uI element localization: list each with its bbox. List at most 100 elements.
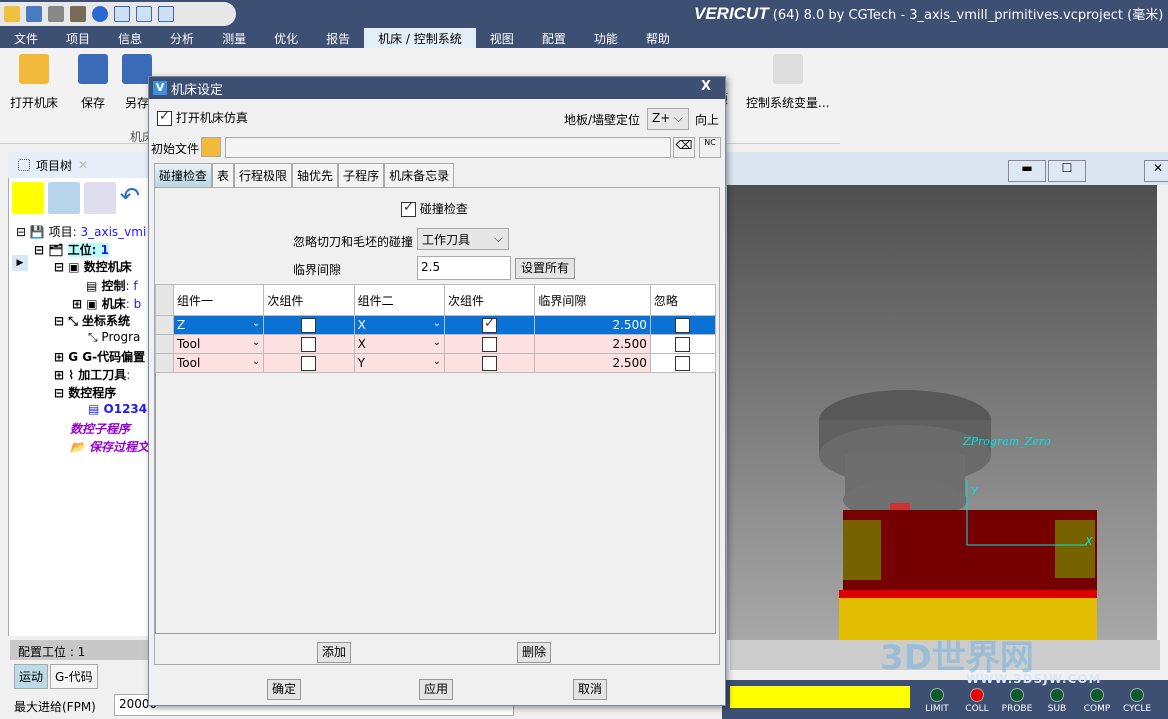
table-row[interactable]: Tool ⌄ Y ⌄ 2.500 [155, 353, 717, 373]
dialog-title-bar[interactable]: V 机床设定 X [149, 77, 725, 99]
menu-machine-control[interactable]: 机床 / 控制系统 [364, 28, 476, 48]
layout-split-vertical-icon[interactable] [136, 6, 152, 22]
sub2-checkbox[interactable] [443, 334, 536, 354]
menu-file[interactable]: 文件 [0, 28, 52, 48]
menu-report[interactable]: 报告 [312, 28, 364, 48]
col-header[interactable]: 组件二 [353, 284, 445, 316]
tree-item-save-process[interactable]: 📂 保存过程文 [70, 438, 149, 455]
comp1-select[interactable]: Z ⌄ [172, 315, 265, 335]
set-all-button[interactable]: 设置所有 [515, 258, 575, 279]
open-machine-button[interactable]: 打开机床 [10, 54, 58, 111]
control-variables-button[interactable]: 控制系统变量... [746, 54, 829, 111]
menu-view[interactable]: 视图 [476, 28, 528, 48]
row-selector[interactable] [155, 315, 174, 335]
apply-button[interactable]: 应用 [419, 679, 453, 700]
table-row[interactable]: Tool ⌄ X ⌄ 2.500 [155, 334, 717, 354]
comp2-select[interactable]: X ⌄ [353, 334, 445, 354]
browse-folder-icon[interactable] [201, 137, 221, 157]
ignore-select[interactable]: 工作刀具 ⌵ [417, 228, 509, 250]
tree-item-machine[interactable]: ⊞ ▣ 机床: b [72, 295, 141, 312]
project-tree-tab[interactable]: 项目树 ✕ [8, 152, 150, 178]
user-icon[interactable] [70, 6, 86, 22]
sub1-checkbox[interactable] [263, 353, 355, 373]
clearance-cell[interactable]: 2.500 [534, 353, 651, 373]
col-header[interactable]: 忽略 [649, 284, 717, 316]
mouse-icon[interactable] [12, 182, 44, 214]
open-project-icon[interactable] [4, 6, 20, 22]
comp2-select[interactable]: Y ⌄ [353, 353, 445, 373]
menu-optimize[interactable]: 优化 [260, 28, 312, 48]
tree-item-subroutines[interactable]: 数控子程序 [70, 420, 130, 437]
add-component-icon[interactable] [84, 182, 116, 214]
nc-file-icon[interactable]: NC [699, 137, 721, 158]
row-selector[interactable] [155, 334, 174, 354]
info-icon[interactable] [92, 6, 108, 22]
col-header[interactable]: 次组件 [263, 284, 355, 316]
tree-item-project[interactable]: ⊟ 💾 项目: 3_axis_vmi [16, 223, 146, 240]
cancel-button[interactable]: 取消 [573, 679, 607, 700]
sub2-checkbox[interactable] [443, 315, 536, 335]
tree-item-gcode-offsets[interactable]: ⊞ G G-代码偏置 [54, 348, 145, 365]
delete-button[interactable]: 删除 [517, 642, 551, 663]
col-header[interactable]: 临界间隙 [534, 284, 651, 316]
tree-item-coord-systems[interactable]: ⊟ ⤡ 坐标系统 [54, 312, 130, 329]
tree-item-setup[interactable]: ⊟ 🗂 工位: 1 [34, 241, 109, 258]
col-header[interactable]: 组件一 [172, 284, 265, 316]
tree-item-tools[interactable]: ⊞ ⌇ 加工刀具: [54, 366, 130, 383]
tools-icon[interactable] [48, 6, 64, 22]
comp1-select[interactable]: Tool ⌄ [172, 353, 265, 373]
tree-item-nc-programs[interactable]: ⊟ 数控程序 [54, 384, 116, 401]
layout-split-horizontal-icon[interactable] [158, 6, 174, 22]
menu-help[interactable]: 帮助 [632, 28, 684, 48]
tree-item-program-zero[interactable]: ⤡ Progra [88, 330, 140, 345]
init-file-input[interactable] [225, 137, 671, 158]
checkbox[interactable] [401, 200, 416, 217]
menu-config[interactable]: 配置 [528, 28, 580, 48]
add-button[interactable]: 添加 [317, 642, 351, 663]
save-project-icon[interactable] [26, 6, 42, 22]
tab-table[interactable]: 表 [212, 163, 235, 187]
clearance-input[interactable]: 2.5 [417, 256, 511, 280]
ok-button[interactable]: 确定 [267, 679, 301, 700]
open-sim-checkbox[interactable]: 打开机床仿真 [157, 109, 248, 126]
ignore-checkbox[interactable] [649, 334, 717, 354]
menu-measure[interactable]: 测量 [208, 28, 260, 48]
ignore-checkbox[interactable] [649, 353, 717, 373]
comp1-select[interactable]: Tool ⌄ [172, 334, 265, 354]
tree-item-cnc-machine[interactable]: ⊟ ▣ 数控机床 [54, 258, 132, 275]
tab-gcode[interactable]: G-代码 [50, 664, 98, 689]
col-header[interactable]: 次组件 [443, 284, 536, 316]
list-icon[interactable] [48, 182, 80, 214]
layout-single-icon[interactable] [114, 6, 130, 22]
tab-machine-notes[interactable]: 机床备忘录 [384, 163, 455, 187]
checkbox[interactable] [157, 109, 172, 126]
viewport-scrollbar[interactable] [1157, 185, 1168, 640]
comp2-select[interactable]: X ⌄ [353, 315, 445, 335]
menu-info[interactable]: 信息 [104, 28, 156, 48]
close-icon[interactable]: ✕ [78, 158, 88, 172]
tab-subroutines[interactable]: 子程序 [338, 163, 385, 187]
3d-viewport[interactable]: ZProgram_Zero Y X [727, 185, 1157, 640]
tree-item-nc-file[interactable]: ▤ O1234. [88, 402, 152, 416]
maximize-button[interactable]: ☐ [1048, 160, 1086, 182]
sub1-checkbox[interactable] [263, 315, 355, 335]
tab-motion[interactable]: 运动 [14, 664, 49, 689]
tab-travel-limits[interactable]: 行程极限 [234, 163, 293, 187]
sub2-checkbox[interactable] [443, 353, 536, 373]
tree-item-control[interactable]: ▤ 控制: f [86, 277, 138, 294]
undo-icon[interactable]: ↶ [120, 182, 144, 214]
floor-select[interactable]: Z+ ⌵ [647, 108, 689, 130]
clear-icon[interactable]: ⌫ [673, 137, 695, 158]
row-selector[interactable] [155, 353, 174, 373]
menu-function[interactable]: 功能 [580, 28, 632, 48]
tab-axis-priority[interactable]: 轴优先 [292, 163, 339, 187]
clearance-cell[interactable]: 2.500 [534, 315, 651, 335]
sub1-checkbox[interactable] [263, 334, 355, 354]
menu-analysis[interactable]: 分析 [156, 28, 208, 48]
minimize-button[interactable]: ▬ [1008, 160, 1046, 182]
ignore-checkbox[interactable] [649, 315, 717, 335]
tab-collision[interactable]: 碰撞检查 [154, 163, 213, 187]
table-row[interactable]: Z⌄ X⌄ 2.500 [155, 315, 717, 335]
close-window-button[interactable]: ✕ [1144, 160, 1168, 182]
save-machine-button[interactable]: 保存 [78, 54, 108, 111]
